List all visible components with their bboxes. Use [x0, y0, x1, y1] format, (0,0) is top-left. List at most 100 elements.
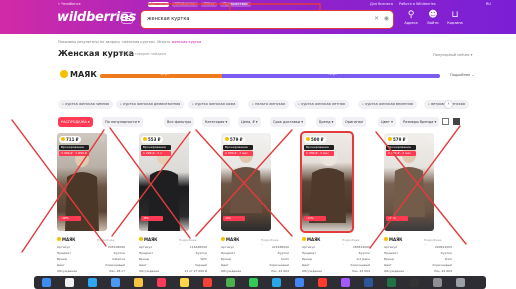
filter-sizes[interactable]: Размеры бренда ▾ [400, 117, 440, 127]
mayak-dot-icon [221, 237, 225, 241]
favorite-heart-icon[interactable]: ♡ [100, 136, 105, 143]
product-image[interactable]: 500 ₽ ♡ Бронирование 1 339 ₽ · 2 мес -11… [300, 131, 354, 233]
dock-app-terminal-icon[interactable] [410, 278, 419, 287]
discount-badge: -16% [59, 216, 81, 221]
macos-dock [34, 276, 486, 289]
mayak-more-link[interactable]: Подробнее ⌄ [450, 73, 474, 77]
price-badge: 1 299 ₽ · 2 ч [141, 151, 171, 156]
discount-badge: -16% [386, 216, 408, 221]
tag-chip[interactable]: ⌕ куртка женская весенняя [358, 100, 417, 109]
user-icon: ☻ [428, 10, 438, 20]
mayak-dot-icon [384, 237, 388, 241]
booking-badge: Бронирование [59, 145, 89, 150]
search-bar[interactable]: женская куртка ✕ ◉ [140, 10, 394, 29]
dock-app-trash-icon[interactable] [456, 278, 465, 287]
jobs-link[interactable]: Работа в Wildberries [399, 2, 436, 6]
dock-app-settings-icon[interactable] [433, 278, 442, 287]
product-image[interactable]: 711 ₽ ♡ Бронирование 4 999 ₽ · 1 990 ₽ -… [57, 133, 107, 231]
dock-app-mail-icon[interactable] [111, 278, 120, 287]
dock-app-music-icon[interactable] [157, 278, 166, 287]
sub-nav-main[interactable]: Главная [148, 2, 170, 7]
discount-badge: -8% [141, 216, 163, 221]
dock-app-figma-icon[interactable] [341, 278, 350, 287]
filter-original[interactable]: Оригинал [342, 117, 367, 127]
filter-price[interactable]: Цена, ₽ ▾ [238, 117, 261, 127]
filter-brand[interactable]: Бренд ▾ [316, 117, 337, 127]
favorite-heart-icon[interactable]: ♡ [182, 136, 187, 143]
menu-burger-icon[interactable] [121, 12, 133, 24]
filter-all[interactable]: Все фильтры [164, 117, 195, 127]
cart-button[interactable]: ⊔ Корзина [444, 10, 466, 25]
tag-chip[interactable]: ⌕ куртка женская кожа [188, 100, 240, 109]
tag-chip[interactable]: ⌕ куртка женская демисезонная [116, 100, 185, 109]
dock-app-safari-icon[interactable] [88, 278, 97, 287]
mayak-card-logo: МАЯК [302, 237, 320, 242]
dock-app-photos-icon[interactable] [134, 278, 143, 287]
attr-row: Обсуждение Раз. 28 от [57, 269, 125, 273]
dock-app-maps-icon[interactable] [226, 278, 235, 287]
bar-label-b: 70 уп [328, 72, 337, 76]
filter-delivery[interactable]: Срок доставки ▾ [270, 117, 307, 127]
sub-nav-wildberries[interactable]: Wildberries [172, 2, 198, 7]
booking-badge: Бронирование [304, 145, 334, 150]
product-image[interactable]: 579 ₽ ♡ Бронирование 2 039 ₽ · 2 мес -9% [221, 133, 271, 231]
grid-view-icon[interactable] [442, 118, 449, 125]
dock-app-word-icon[interactable] [364, 278, 373, 287]
search-tags: ⌕ куртка женская зимняя ⌕ куртка женская… [58, 100, 470, 110]
filter-sort[interactable]: По популярности ▾ [102, 117, 143, 127]
list-view-icon[interactable] [453, 118, 460, 125]
filter-color[interactable]: Цвет ▾ [378, 117, 396, 127]
favorite-heart-icon[interactable]: ♡ [264, 136, 269, 143]
camera-search-icon[interactable]: ◉ [384, 15, 389, 22]
top-header: ⌖ Челябинск Главная Wildberries Wibes Пу… [0, 0, 516, 34]
tag-chip[interactable]: ⌕ куртка женская зимняя [58, 100, 114, 109]
filter-category[interactable]: Категория ▾ [202, 117, 231, 127]
mayak-card-logo: МАЯК [139, 237, 157, 242]
mayak-dot-icon [139, 237, 143, 241]
booking-badge: Бронирование [223, 145, 253, 150]
addresses-button[interactable]: ⚲ Адреса [400, 10, 422, 25]
tag-chip[interactable]: ⌕ пальто женская [248, 100, 289, 109]
mayak-share-bar [100, 74, 440, 78]
popular-now-link[interactable]: Популярный сейчас ▾ [433, 53, 473, 57]
favorite-heart-icon[interactable]: ♡ [427, 136, 432, 143]
discount-badge: -9% [223, 216, 245, 221]
location-icon: ⚲ [407, 10, 415, 20]
dock-app-launchpad-icon[interactable] [65, 278, 74, 287]
attr-row: Обсуждение Раз. 22 004 [221, 269, 289, 273]
sub-nav-wibes[interactable]: Wibes [200, 2, 218, 7]
product-image[interactable]: 579 ₽ ♡ Бронирование 2 039 ₽ · 2 мес -16… [384, 133, 434, 231]
product-attributes: Артикул 116286090 Предмет Куртки Бренд WAY … [139, 245, 207, 275]
city-selector[interactable]: ⌖ Челябинск [58, 2, 81, 6]
price-tag: 553 ₽ [141, 136, 163, 143]
dock-app-yandex-icon[interactable] [318, 278, 327, 287]
product-attributes: Артикул 200821005 Предмет Куртки Бренд Dam … [384, 245, 452, 275]
tag-chip[interactable]: ⌕ куртка женская летняя [294, 100, 349, 109]
results-count: 140 581 товаров найдено [119, 52, 167, 56]
product-attributes: Артикул 245108090 Предмет Куртки Бренд Kate… [57, 245, 125, 275]
search-input[interactable]: женская куртка [147, 16, 189, 22]
login-button[interactable]: ☻ Войти [422, 10, 444, 25]
attr-row: Обсуждение Раз. 22 004 [384, 269, 452, 273]
clear-search-icon[interactable]: ✕ [374, 15, 379, 22]
favorite-heart-icon[interactable]: ♡ [345, 136, 350, 143]
dock-app-chrome-icon[interactable] [295, 278, 304, 287]
language-selector[interactable]: RU [486, 2, 491, 6]
dock-app-telegram-icon[interactable] [272, 278, 281, 287]
sub-nav-travel[interactable]: Путешествия [220, 2, 252, 7]
price-badge: 4 999 ₽ · 1 990 ₽ [59, 151, 89, 156]
attr-row: Обсуждение 13 от 27 000 ₽ [139, 269, 207, 273]
filter-sale[interactable]: РАСПРОДАЖА ▾ [58, 117, 93, 127]
mayak-card-logo: МАЯК [384, 237, 402, 242]
price-badge: 2 039 ₽ · 2 мес [223, 151, 253, 156]
price-tag: 579 ₽ [223, 136, 245, 143]
tags-scroll-right-icon[interactable]: › [444, 100, 453, 109]
dock-app-notes-icon[interactable] [180, 278, 189, 287]
dock-app-calendar-icon[interactable] [203, 278, 212, 287]
product-image[interactable]: 553 ₽ ♡ Бронирование 1 299 ₽ · 2 ч -8% [139, 133, 189, 231]
dock-app-messages-icon[interactable] [249, 278, 258, 287]
search-hint-link[interactable]: женская куртка [171, 40, 201, 44]
for-business-link[interactable]: Для бизнеса [370, 2, 393, 6]
dock-app-finder-icon[interactable] [42, 278, 51, 287]
dock-app-excel-icon[interactable] [387, 278, 396, 287]
